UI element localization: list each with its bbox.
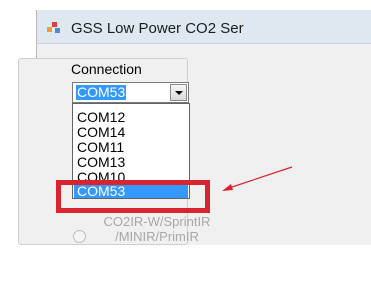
dropdown-option-com12[interactable]: COM12 [74,110,188,125]
title-bar: GSS Low Power CO2 Ser [37,10,371,44]
connection-label: Connection [70,61,143,77]
sensor-option-label-line2: /MINIR/PrimIR [115,229,199,244]
combo-selected-value: COM53 [76,84,127,100]
app-icon [47,22,60,33]
sensor-radio-button[interactable] [73,230,86,243]
sensor-option-label-line1: CO2IR-W/SprintIR [103,214,211,229]
dropdown-option-com13[interactable]: COM13 [74,155,188,170]
dropdown-option-com11[interactable]: COM11 [74,140,188,155]
chevron-down-icon [175,91,183,95]
dropdown-button[interactable] [170,84,187,101]
dropdown-option-com14[interactable]: COM14 [74,125,188,140]
annotation-arrow-icon [222,166,293,191]
com-port-combobox[interactable]: COM53 [72,82,189,103]
annotation-highlight-box [56,180,210,213]
window-title: GSS Low Power CO2 Ser [71,20,244,37]
